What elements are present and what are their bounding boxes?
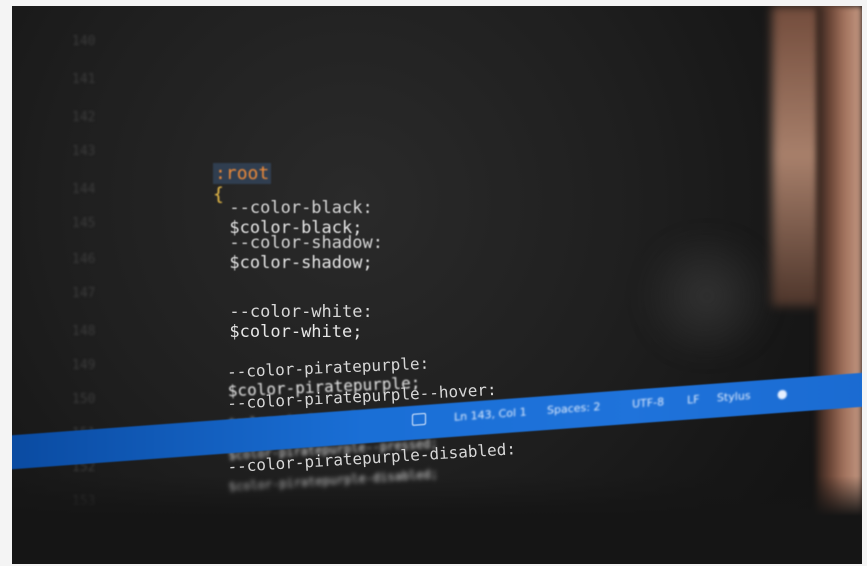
editor-lower-area (12, 476, 862, 564)
indentation-setting[interactable]: Spaces: 2 (547, 400, 600, 417)
code-editor-photo: 140 141 142 143 144 145 146 147 148 149 … (12, 6, 862, 564)
line-ending-setting[interactable]: LF (687, 393, 699, 407)
cursor-position[interactable]: Ln 143, Col 1 (454, 405, 527, 423)
language-mode[interactable]: Stylus (717, 389, 751, 404)
encoding-setting[interactable]: UTF-8 (632, 395, 664, 410)
css-property: --color-white: (229, 302, 373, 322)
code-line: --color-shadow: $color-shadow; (168, 213, 383, 293)
bell-icon[interactable]: ● (777, 386, 787, 401)
css-value: $color-shadow; (229, 253, 373, 273)
css-property: --color-shadow: (229, 233, 383, 253)
terminal-icon[interactable] (412, 412, 426, 426)
